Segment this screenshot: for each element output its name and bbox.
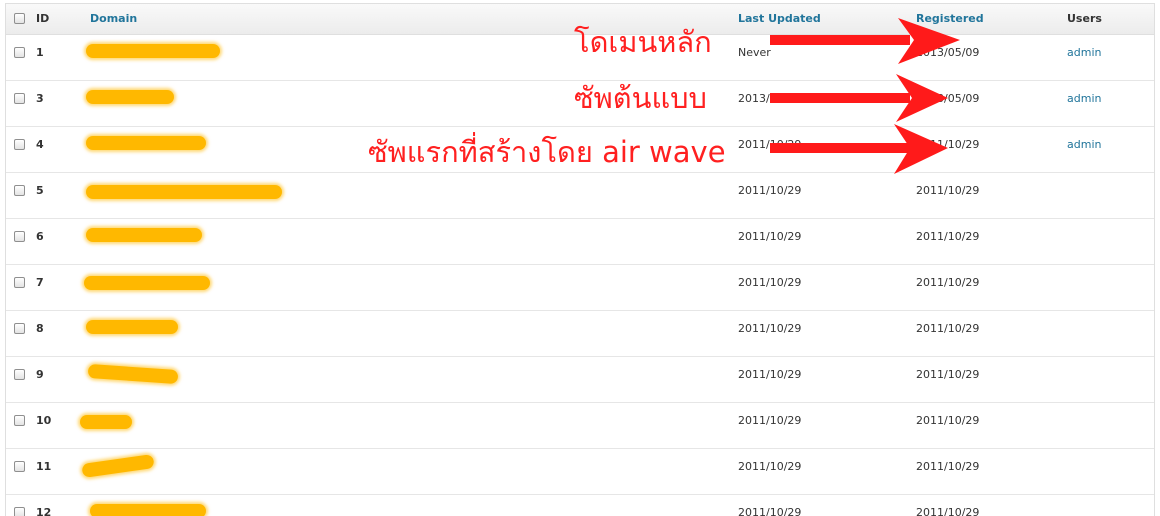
- last-updated: 2011/10/29: [738, 230, 802, 243]
- table-row: 9 2011/10/29 2011/10/29: [6, 357, 1154, 403]
- redacted-domain: [87, 363, 179, 385]
- registered-date: 2011/10/29: [916, 414, 980, 427]
- user-link[interactable]: admin: [1067, 46, 1101, 59]
- registered-date: 2011/10/29: [916, 184, 980, 197]
- registered-date: 2011/10/29: [916, 138, 980, 151]
- row-checkbox[interactable]: [14, 461, 25, 472]
- last-updated: 2013/05/09: [738, 92, 802, 105]
- row-checkbox[interactable]: [14, 139, 25, 150]
- site-id: 10: [36, 414, 52, 427]
- redacted-domain: [86, 44, 220, 58]
- site-id: 3: [36, 92, 44, 105]
- redacted-domain: [81, 454, 155, 478]
- column-header-registered[interactable]: Registered: [916, 12, 984, 25]
- redacted-domain: [80, 415, 132, 429]
- table-row: 12 2011/10/29 2011/10/29: [6, 495, 1154, 516]
- site-id: 4: [36, 138, 44, 151]
- redacted-domain: [86, 185, 282, 199]
- table-row: 8 2011/10/29 2011/10/29: [6, 311, 1154, 357]
- table-row: 5 2011/10/29 2011/10/29: [6, 173, 1154, 219]
- registered-date: 2013/05/09: [916, 92, 980, 105]
- registered-date: 2011/10/29: [916, 276, 980, 289]
- site-id: 6: [36, 230, 44, 243]
- redacted-domain: [86, 90, 174, 104]
- registered-date: 2011/10/29: [916, 460, 980, 473]
- last-updated: Never: [738, 46, 771, 59]
- site-id: 7: [36, 276, 44, 289]
- site-id: 1: [36, 46, 44, 59]
- column-header-domain[interactable]: Domain: [90, 12, 137, 25]
- registered-date: 2011/10/29: [916, 322, 980, 335]
- site-id: 11: [36, 460, 52, 473]
- last-updated: 2011/10/29: [738, 138, 802, 151]
- last-updated: 2011/10/29: [738, 322, 802, 335]
- last-updated: 2011/10/29: [738, 506, 802, 516]
- user-link[interactable]: admin: [1067, 92, 1101, 105]
- annotation-template-sub: ซัพต้นแบบ: [574, 81, 707, 115]
- site-id: 5: [36, 184, 44, 197]
- registered-date: 2011/10/29: [916, 506, 980, 516]
- last-updated: 2011/10/29: [738, 184, 802, 197]
- select-all-checkbox[interactable]: [14, 13, 25, 24]
- sites-table: ID Domain Last Updated Registered Users …: [5, 3, 1155, 516]
- last-updated: 2011/10/29: [738, 276, 802, 289]
- user-link[interactable]: admin: [1067, 138, 1101, 151]
- row-checkbox[interactable]: [14, 47, 25, 58]
- redacted-domain: [90, 504, 206, 516]
- last-updated: 2011/10/29: [738, 414, 802, 427]
- redacted-domain: [86, 136, 206, 150]
- table-row: 6 2011/10/29 2011/10/29: [6, 219, 1154, 265]
- annotation-first-sub: ซัพแรกที่สร้างโดย air wave: [368, 135, 726, 169]
- column-header-users: Users: [1067, 12, 1102, 25]
- column-header-last-updated[interactable]: Last Updated: [738, 12, 821, 25]
- redacted-domain: [86, 320, 178, 334]
- annotation-main-domain: โดเมนหลัก: [574, 25, 712, 59]
- registered-date: 2011/10/29: [916, 368, 980, 381]
- row-checkbox[interactable]: [14, 323, 25, 334]
- row-checkbox[interactable]: [14, 93, 25, 104]
- row-checkbox[interactable]: [14, 415, 25, 426]
- site-id: 9: [36, 368, 44, 381]
- row-checkbox[interactable]: [14, 507, 25, 516]
- column-header-id[interactable]: ID: [36, 12, 49, 25]
- last-updated: 2011/10/29: [738, 368, 802, 381]
- registered-date: 2013/05/09: [916, 46, 980, 59]
- registered-date: 2011/10/29: [916, 230, 980, 243]
- table-row: 11 2011/10/29 2011/10/29: [6, 449, 1154, 495]
- table-row: 7 2011/10/29 2011/10/29: [6, 265, 1154, 311]
- site-id: 8: [36, 322, 44, 335]
- row-checkbox[interactable]: [14, 277, 25, 288]
- redacted-domain: [86, 228, 202, 242]
- table-row: 10 2011/10/29 2011/10/29: [6, 403, 1154, 449]
- last-updated: 2011/10/29: [738, 460, 802, 473]
- site-id: 12: [36, 506, 52, 516]
- row-checkbox[interactable]: [14, 185, 25, 196]
- redacted-domain: [84, 276, 210, 290]
- row-checkbox[interactable]: [14, 369, 25, 380]
- row-checkbox[interactable]: [14, 231, 25, 242]
